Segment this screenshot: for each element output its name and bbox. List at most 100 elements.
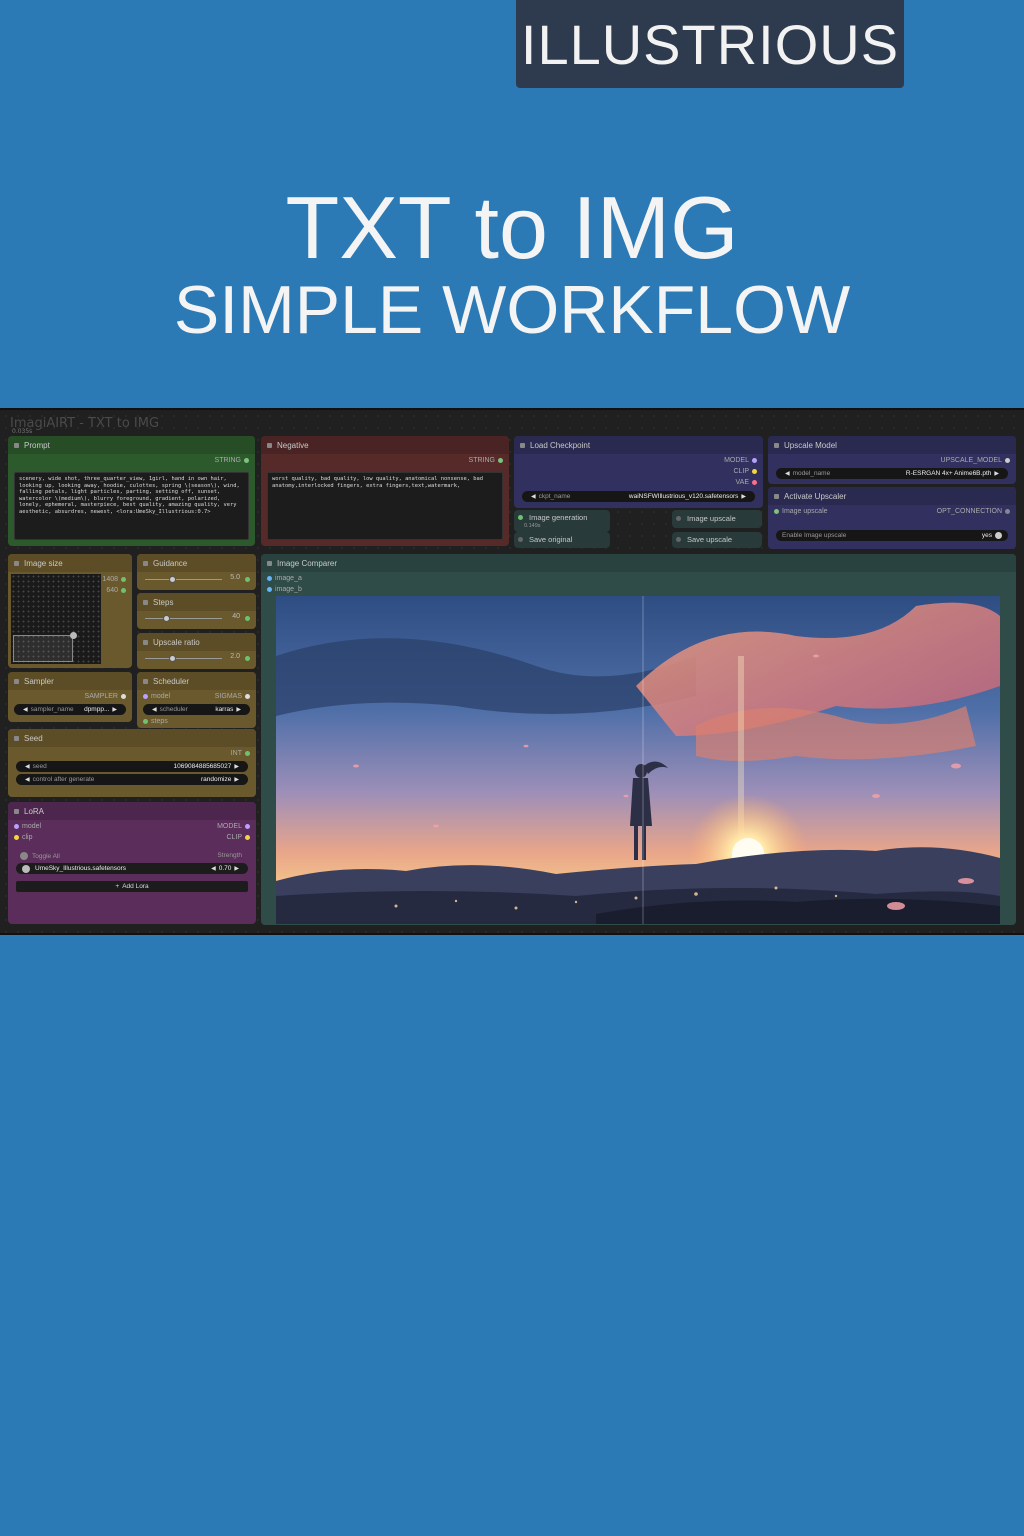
steps-input-socket-icon[interactable] xyxy=(143,719,148,724)
output-socket-icon[interactable] xyxy=(498,458,503,463)
node-title: Prompt xyxy=(24,440,50,450)
input-socket-icon[interactable] xyxy=(774,509,779,514)
left-arrow-icon[interactable]: ◀ xyxy=(211,865,216,872)
left-arrow-icon[interactable]: ◀ xyxy=(25,776,30,783)
toggle-all[interactable]: Toggle All xyxy=(20,852,60,860)
add-lora-button[interactable]: + Add Lora xyxy=(16,881,248,892)
right-arrow-icon[interactable]: ▶ xyxy=(234,776,239,783)
node-collapse-icon[interactable] xyxy=(143,639,148,645)
group-save-upscale[interactable]: Save upscale xyxy=(672,532,762,548)
output-socket-icon[interactable] xyxy=(244,458,249,463)
node-collapse-icon[interactable] xyxy=(774,442,779,448)
output-socket-icon[interactable] xyxy=(245,577,250,582)
node-collapse-icon[interactable] xyxy=(14,442,19,448)
node-collapse-icon[interactable] xyxy=(774,493,779,499)
lora-toggle-icon[interactable] xyxy=(22,864,30,873)
output-label: VAE xyxy=(735,479,750,486)
sampler-node[interactable]: Sampler SAMPLER ◀ sampler_name dpmpp... ▶ xyxy=(8,672,132,722)
sampler-name-select[interactable]: ◀ sampler_name dpmpp... ▶ xyxy=(14,704,126,715)
node-collapse-icon[interactable] xyxy=(520,442,525,448)
output-socket-icon[interactable] xyxy=(245,656,250,661)
image-size-node[interactable]: Image size 1408 640 xyxy=(8,554,132,668)
left-arrow-icon[interactable]: ◀ xyxy=(25,763,30,770)
output-socket-icon[interactable] xyxy=(1005,509,1010,514)
upscale-model-node[interactable]: Upscale Model UPSCALE_MODEL ◀ model_name R… xyxy=(768,436,1016,484)
group-image-generation[interactable]: Image generation 0.149s xyxy=(514,510,610,532)
output-socket-icon[interactable] xyxy=(245,616,250,621)
node-collapse-icon[interactable] xyxy=(267,560,272,566)
node-collapse-icon[interactable] xyxy=(14,678,19,684)
right-arrow-icon[interactable]: ▶ xyxy=(236,706,241,713)
control-after-generate-select[interactable]: ◀ control after generate randomize ▶ xyxy=(16,774,248,785)
model-input-socket-icon[interactable] xyxy=(14,824,19,829)
socket-icon xyxy=(676,537,681,542)
guidance-slider[interactable]: 5.0 xyxy=(141,574,252,585)
output-socket-icon[interactable] xyxy=(245,694,250,699)
output-socket-icon[interactable] xyxy=(1005,458,1010,463)
size-picker-canvas[interactable] xyxy=(11,574,101,664)
right-arrow-icon[interactable]: ▶ xyxy=(741,493,746,500)
node-collapse-icon[interactable] xyxy=(14,735,19,741)
right-arrow-icon[interactable]: ▶ xyxy=(234,763,239,770)
prompt-node[interactable]: Prompt STRING scenery, wide shot, three_… xyxy=(8,436,255,546)
enable-upscale-toggle[interactable]: Enable Image upscale yes xyxy=(776,530,1008,541)
node-collapse-icon[interactable] xyxy=(14,808,19,814)
output-socket-icon[interactable] xyxy=(245,751,250,756)
upscale-ratio-slider[interactable]: 2.0 xyxy=(141,653,252,664)
group-save-original[interactable]: Save original xyxy=(514,532,610,548)
model-input-socket-icon[interactable] xyxy=(143,694,148,699)
upscale-model-select[interactable]: ◀ model_name R-ESRGAN 4x+ Anime6B.pth ▶ xyxy=(776,468,1008,479)
scheduler-select[interactable]: ◀ scheduler karras ▶ xyxy=(143,704,250,715)
lora-row[interactable]: UmeSky_Illustrious.safetensors ◀ 0.70 ▶ xyxy=(16,863,248,874)
node-collapse-icon[interactable] xyxy=(14,560,19,566)
group-image-upscale[interactable]: Image upscale xyxy=(672,510,762,528)
clip-output-socket-icon[interactable] xyxy=(245,835,250,840)
toggle-knob-icon[interactable] xyxy=(995,532,1002,539)
node-title: Sampler xyxy=(24,676,54,686)
steps-slider[interactable]: 40 xyxy=(141,613,252,624)
node-collapse-icon[interactable] xyxy=(143,599,148,605)
model-socket-icon[interactable] xyxy=(752,458,757,463)
comparer-image[interactable] xyxy=(276,596,1000,924)
load-checkpoint-node[interactable]: Load Checkpoint MODEL CLIP VAE ◀ ckpt_nam… xyxy=(514,436,763,508)
toggle-icon[interactable] xyxy=(20,852,28,860)
seed-input[interactable]: ◀ seed 1069084885685027 ▶ xyxy=(16,761,248,772)
output-label: STRING xyxy=(468,457,495,464)
scheduler-node[interactable]: Scheduler model SIGMAS ◀ scheduler karras ▶… xyxy=(137,672,256,728)
image-b-socket-icon[interactable] xyxy=(267,587,272,592)
lora-node[interactable]: LoRA model clip MODEL CLIP Toggle All St… xyxy=(8,802,256,924)
seed-node[interactable]: Seed INT ◀ seed 1069084885685027 ▶ ◀ control… xyxy=(8,729,256,797)
height-socket-icon[interactable] xyxy=(121,588,126,593)
right-arrow-icon[interactable]: ▶ xyxy=(234,865,239,872)
steps-node[interactable]: Steps 40 xyxy=(137,593,256,629)
clip-socket-icon[interactable] xyxy=(752,469,757,474)
left-arrow-icon[interactable]: ◀ xyxy=(785,470,790,477)
left-arrow-icon[interactable]: ◀ xyxy=(23,706,28,713)
prompt-textarea[interactable]: scenery, wide shot, three_quarter_view, … xyxy=(14,472,249,540)
node-collapse-icon[interactable] xyxy=(143,678,148,684)
ckpt-name-select[interactable]: ◀ ckpt_name waiNSFWIllustrious_v120.safete… xyxy=(522,491,755,502)
right-arrow-icon[interactable]: ▶ xyxy=(112,706,117,713)
model-output-socket-icon[interactable] xyxy=(245,824,250,829)
output-socket-icon[interactable] xyxy=(121,694,126,699)
negative-textarea[interactable]: worst quality, bad quality, low quality,… xyxy=(267,472,503,540)
vae-socket-icon[interactable] xyxy=(752,480,757,485)
right-arrow-icon[interactable]: ▶ xyxy=(994,470,999,477)
upscale-ratio-knob[interactable] xyxy=(168,655,176,662)
size-handle-icon[interactable] xyxy=(70,632,77,639)
upscale-ratio-node[interactable]: Upscale ratio 2.0 xyxy=(137,633,256,669)
activate-upscaler-node[interactable]: Activate Upscaler Image upscale OPT_CONN… xyxy=(768,487,1016,549)
image-a-socket-icon[interactable] xyxy=(267,576,272,581)
guidance-node[interactable]: Guidance 5.0 xyxy=(137,554,256,590)
group-time: 0.149s xyxy=(524,523,541,529)
width-socket-icon[interactable] xyxy=(121,577,126,582)
node-collapse-icon[interactable] xyxy=(143,560,148,566)
output-label: CLIP xyxy=(733,468,749,475)
negative-node[interactable]: Negative STRING worst quality, bad quali… xyxy=(261,436,509,546)
steps-knob[interactable] xyxy=(162,615,170,622)
clip-input-socket-icon[interactable] xyxy=(14,835,19,840)
left-arrow-icon[interactable]: ◀ xyxy=(531,493,536,500)
left-arrow-icon[interactable]: ◀ xyxy=(152,706,157,713)
guidance-knob[interactable] xyxy=(168,576,176,583)
node-collapse-icon[interactable] xyxy=(267,442,272,448)
